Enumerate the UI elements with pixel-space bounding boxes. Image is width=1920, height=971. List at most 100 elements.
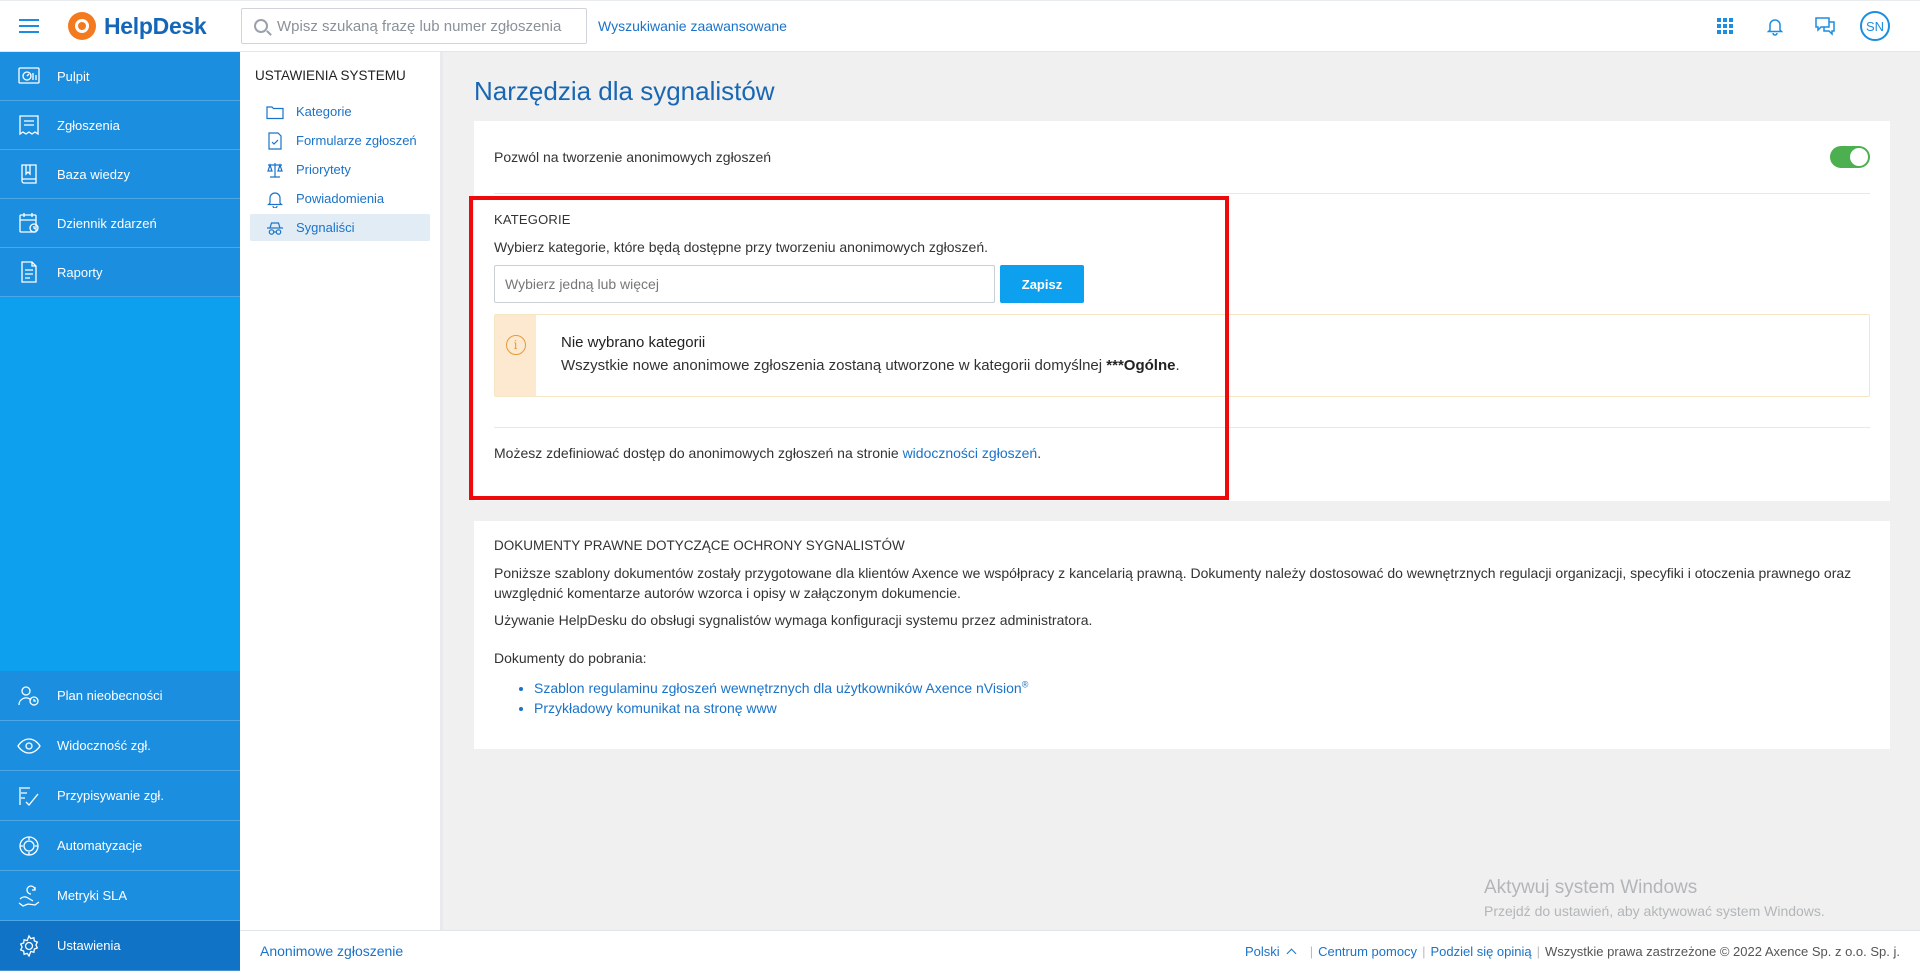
settings-item-label: Powiadomienia xyxy=(296,191,385,206)
downloads-label: Dokumenty do pobrania: xyxy=(494,650,647,666)
no-category-warning: i Nie wybrano kategorii Wszystkie nowe a… xyxy=(494,314,1870,397)
chevron-up-icon xyxy=(1286,948,1297,958)
help-center-link[interactable]: Centrum pomocy xyxy=(1318,944,1417,959)
categories-description: Wybierz kategorie, które będą dostępne p… xyxy=(494,239,989,255)
anonymous-toggle-label: Pozwól na tworzenie anonimowych zgłoszeń xyxy=(494,149,772,165)
default-category: ***Ogólne xyxy=(1106,357,1176,374)
sidebar-item-label: Przypisywanie zgł. xyxy=(57,788,164,803)
menu-toggle-button[interactable] xyxy=(0,0,58,52)
documents-config-note: Używanie HelpDesku do obsługi sygnalistó… xyxy=(494,612,1093,628)
windows-activation-watermark: Aktywuj system Windows Przejdź do ustawi… xyxy=(1484,877,1825,919)
main-content: Narzędzia dla sygnalistów Pozwól na twor… xyxy=(446,52,1920,930)
anonymous-toggle[interactable] xyxy=(1830,146,1870,168)
documents-heading: DOKUMENTY PRAWNE DOTYCZĄCE OCHRONY SYGNA… xyxy=(494,538,905,553)
settings-item-priorytety[interactable]: Priorytety xyxy=(250,156,430,183)
whistleblower-settings-card: Pozwól na tworzenie anonimowych zgłoszeń… xyxy=(474,121,1890,501)
settings-nav-title: USTAWIENIA SYSTEMU xyxy=(255,68,406,83)
settings-item-powiadomienia[interactable]: Powiadomienia xyxy=(250,185,430,212)
footer: Anonimowe zgłoszenie Polski | Centrum po… xyxy=(240,930,1920,971)
sidebar-item-label: Baza wiedzy xyxy=(57,166,130,182)
search-input[interactable]: Wpisz szukaną frazę lub numer zgłoszenia xyxy=(241,8,587,44)
brand-name: HelpDesk xyxy=(104,12,207,39)
sidebar-item-zgloszenia[interactable]: Zgłoszenia xyxy=(0,101,240,150)
sidebar-item-przypisywanie[interactable]: Przypisywanie zgł. xyxy=(0,771,240,821)
hamburger-icon xyxy=(19,25,39,27)
report-icon xyxy=(21,261,37,283)
logo[interactable]: HelpDesk xyxy=(58,0,241,52)
categories-select-placeholder: Wybierz jedną lub więcej xyxy=(505,276,659,292)
settings-item-sygnalisci[interactable]: Sygnaliści xyxy=(250,214,430,241)
visibility-link[interactable]: widoczności zgłoszeń xyxy=(903,445,1038,461)
feedback-link[interactable]: Podziel się opinią xyxy=(1430,944,1531,959)
info-icon: i xyxy=(505,335,526,355)
dashboard-icon xyxy=(18,67,40,84)
settings-item-label: Sygnaliści xyxy=(296,220,355,235)
sidebar-item-label: Raporty xyxy=(57,264,103,280)
save-button[interactable]: Zapisz xyxy=(1000,265,1084,303)
scales-icon xyxy=(267,162,283,178)
assign-icon xyxy=(19,786,39,806)
avatar[interactable]: SN xyxy=(1860,11,1890,41)
gear-icon xyxy=(19,934,39,957)
sidebar-item-widocznosc[interactable]: Widoczność zgł. xyxy=(0,721,240,771)
advanced-search-link[interactable]: Wyszukiwanie zaawansowane xyxy=(598,18,787,34)
sidebar-item-metryki-sla[interactable]: Metryki SLA xyxy=(0,871,240,921)
absence-icon xyxy=(18,685,39,706)
sidebar-item-dziennik[interactable]: Dziennik zdarzeń xyxy=(0,199,240,248)
event-log-icon xyxy=(19,213,39,233)
page-title: Narzędzia dla sygnalistów xyxy=(474,76,775,106)
top-bar: HelpDesk Wpisz szukaną frazę lub numer z… xyxy=(0,0,1920,52)
settings-item-kategorie[interactable]: Kategorie xyxy=(250,98,430,125)
sidebar-item-raporty[interactable]: Raporty xyxy=(0,248,240,297)
sidebar-item-ustawienia[interactable]: Ustawienia xyxy=(0,921,240,971)
access-info: Możesz zdefiniować dostęp do anonimowych… xyxy=(494,445,1042,461)
list-item: Przykładowy komunikat na stronę www xyxy=(534,698,1870,718)
watermark-title: Aktywuj system Windows xyxy=(1484,877,1698,898)
main-sidebar: Pulpit Zgłoszenia Baza wiedzy Dziennik z… xyxy=(0,52,240,971)
legal-documents-card: DOKUMENTY PRAWNE DOTYCZĄCE OCHRONY SYGNA… xyxy=(474,521,1890,749)
categories-heading: KATEGORIE xyxy=(494,212,571,227)
sidebar-item-plan-nieobecnosci[interactable]: Plan nieobecności xyxy=(0,671,240,721)
anonymous-toggle-row: Pozwól na tworzenie anonimowych zgłoszeń xyxy=(494,121,1870,194)
sidebar-item-label: Plan nieobecności xyxy=(57,688,163,703)
sla-icon xyxy=(18,884,40,907)
tickets-icon xyxy=(19,115,39,136)
automation-icon xyxy=(19,835,39,856)
lifebuoy-icon xyxy=(68,12,96,40)
sidebar-item-baza-wiedzy[interactable]: Baza wiedzy xyxy=(0,150,240,199)
spy-icon xyxy=(267,221,283,235)
apps-grid-icon xyxy=(1717,18,1733,34)
warning-text: Wszystkie nowe anonimowe zgłoszenia zost… xyxy=(561,357,1180,374)
sidebar-item-label: Pulpit xyxy=(57,68,90,84)
settings-item-formularze[interactable]: Formularze zgłoszeń xyxy=(250,127,430,154)
sidebar-item-label: Zgłoszenia xyxy=(57,117,120,133)
categories-select[interactable]: Wybierz jedną lub więcej xyxy=(494,265,995,303)
bell-icon xyxy=(1766,19,1784,36)
search-icon xyxy=(254,19,268,33)
search-placeholder: Wpisz szukaną frazę lub numer zgłoszenia xyxy=(277,17,562,35)
sidebar-item-automatyzacje[interactable]: Automatyzacje xyxy=(0,821,240,871)
sidebar-item-pulpit[interactable]: Pulpit xyxy=(0,52,240,101)
regulation-template-link[interactable]: Szablon regulaminu zgłoszeń wewnętrznych… xyxy=(534,679,1028,696)
sidebar-item-label: Ustawienia xyxy=(57,938,121,953)
form-icon xyxy=(268,131,282,150)
warning-title: Nie wybrano kategorii xyxy=(561,334,706,351)
bell-icon xyxy=(267,191,283,208)
sidebar-item-label: Widoczność zgł. xyxy=(57,738,151,753)
chat-button[interactable] xyxy=(1800,0,1850,52)
language-selector[interactable]: Polski xyxy=(1245,944,1280,959)
sidebar-item-label: Metryki SLA xyxy=(57,888,128,903)
settings-item-label: Priorytety xyxy=(296,162,351,177)
anonymous-ticket-link[interactable]: Anonimowe zgłoszenie xyxy=(260,943,403,959)
notifications-button[interactable] xyxy=(1750,0,1800,52)
settings-nav: USTAWIENIA SYSTEMU Kategorie Formularze … xyxy=(240,52,443,930)
sample-message-link[interactable]: Przykładowy komunikat na stronę www xyxy=(534,700,777,716)
apps-button[interactable] xyxy=(1700,0,1750,52)
sidebar-item-label: Dziennik zdarzeń xyxy=(57,215,157,231)
list-item: Szablon regulaminu zgłoszeń wewnętrznych… xyxy=(534,674,1870,698)
folder-icon xyxy=(266,105,284,119)
categories-section: KATEGORIE Wybierz kategorie, które będą … xyxy=(494,194,1870,461)
settings-item-label: Formularze zgłoszeń xyxy=(296,133,417,148)
chat-icon xyxy=(1815,17,1835,36)
settings-item-label: Kategorie xyxy=(296,104,352,119)
